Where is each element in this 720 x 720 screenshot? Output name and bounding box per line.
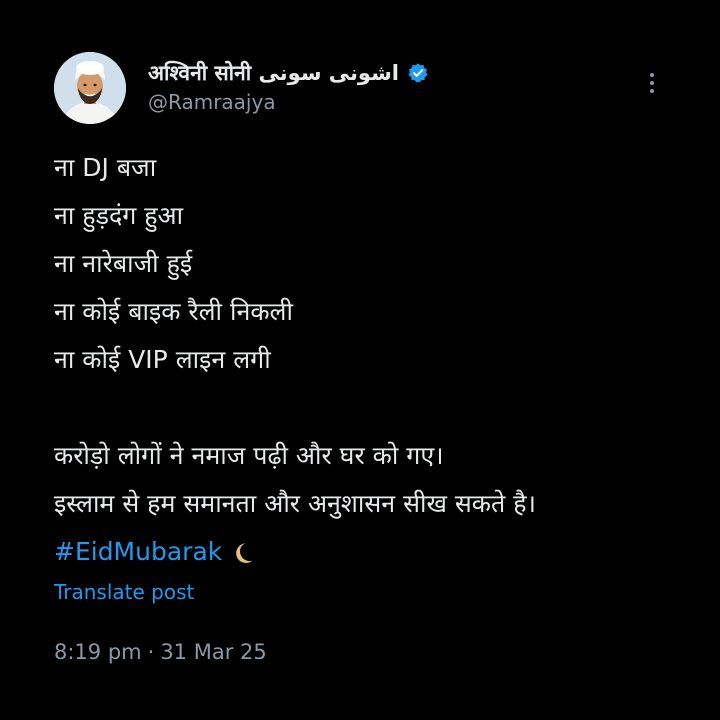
post-line: इस्लाम से हम समानता और अनुशासन सीख सकते … — [54, 489, 536, 518]
hashtag-row: #EidMubarak — [54, 528, 694, 576]
dot — [650, 81, 654, 85]
post-line: ना कोई VIP लाइन लगी — [54, 345, 271, 374]
avatar[interactable] — [54, 52, 126, 124]
post-header: अश्विनी सोनी اشونی سونی @Ramraajya — [148, 58, 628, 114]
post-line: ना नारेबाजी हुई — [54, 249, 193, 278]
hashtag-link[interactable]: #EidMubarak — [54, 528, 222, 576]
more-options-icon[interactable] — [640, 68, 664, 98]
translate-post-link[interactable]: Translate post — [54, 580, 194, 604]
timestamp-separator: · — [147, 640, 155, 664]
post-line: ना कोई बाइक रैली निकली — [54, 297, 293, 326]
post-date[interactable]: 31 Mar 25 — [160, 640, 266, 664]
avatar-image — [54, 52, 126, 124]
verified-badge-icon[interactable] — [407, 62, 429, 84]
post-line: करोड़ो लोगों ने नमाज पढ़ी और घर को गए। — [54, 441, 444, 470]
post-line: ना DJ बजा — [54, 153, 157, 182]
post-line-blank — [54, 384, 694, 432]
crescent-moon-icon — [236, 543, 253, 563]
dot — [650, 73, 654, 77]
user-handle[interactable]: @Ramraajya — [148, 90, 628, 114]
name-row: अश्विनी सोनी اشونی سونی — [148, 58, 628, 88]
tweet-post: अश्विनी सोनी اشونی سونی @Ramraajya ना DJ… — [0, 0, 720, 720]
post-body: ना DJ बजा ना हुड़दंग हुआ ना नारेबाजी हुई… — [54, 144, 694, 576]
post-line: ना हुड़दंग हुआ — [54, 201, 184, 230]
post-timestamp: 8:19 pm · 31 Mar 25 — [54, 640, 267, 664]
dot — [650, 89, 654, 93]
display-name[interactable]: अश्विनी सोनी اشونی سونی — [148, 59, 399, 87]
post-time[interactable]: 8:19 pm — [54, 640, 142, 664]
